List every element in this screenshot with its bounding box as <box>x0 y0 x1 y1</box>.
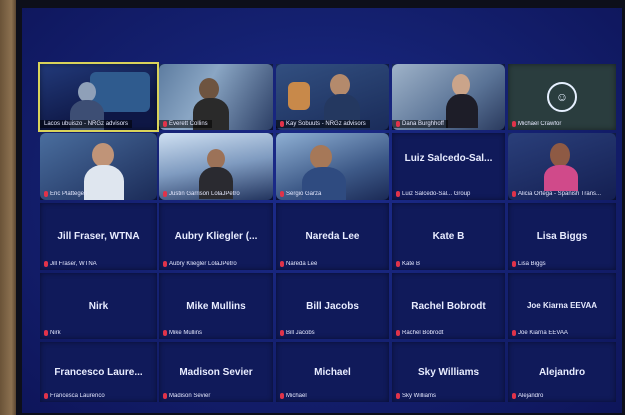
mic-muted-icon <box>396 191 400 197</box>
participant-display-name: Aubry Kliegler (... <box>174 231 258 243</box>
mic-muted-icon <box>396 330 400 336</box>
participant-tile[interactable]: Bill Jacobs Bill Jacobs <box>276 273 389 339</box>
participant-name: Bill Jacobs <box>280 330 385 336</box>
mic-muted-icon <box>163 191 167 197</box>
participant-tile[interactable]: Nareda Lee Nareda Lee <box>276 203 389 270</box>
participant-name: Jill Fraser, WTNA <box>44 261 153 267</box>
participant-name: Madison Sevier <box>163 393 269 399</box>
participant-tile[interactable]: Aubry Kliegler (... Aubry Kliegler LolaJ… <box>159 203 273 270</box>
mic-muted-icon <box>44 393 48 399</box>
participant-name: Alicia Ortega - Spanish Trans... <box>512 191 612 197</box>
mic-muted-icon <box>44 191 48 197</box>
participant-name: Sky Williams <box>396 393 501 399</box>
mic-muted-icon <box>44 330 48 336</box>
participant-name: Michael Crawfor <box>512 121 612 127</box>
participant-tile[interactable]: Joe Kiarna EEVAA Joe Kiarna EEVAA <box>508 273 616 339</box>
mic-muted-icon <box>280 330 284 336</box>
participant-display-name: Francesco Laure... <box>54 367 143 379</box>
participant-name: Kate B <box>396 261 501 267</box>
video-gallery-screen: Lacos ubuiszo - NRGz advisors Everett Co… <box>22 8 622 413</box>
participant-name: Alejandro <box>512 393 612 399</box>
participant-tile[interactable]: Lacos ubuiszo - NRGz advisors <box>38 62 159 132</box>
participant-name: Dana Burghhoff <box>392 120 448 128</box>
participant-name: Kay Sobuuts - NRGz advisors <box>276 120 370 128</box>
participant-tile[interactable]: Alejandro Alejandro <box>508 342 616 402</box>
participant-tile[interactable]: Sergio Garza <box>276 133 389 200</box>
participant-display-name: Nirk <box>88 300 109 312</box>
participant-display-name: Mike Mullins <box>186 300 246 312</box>
mic-muted-icon <box>163 330 167 336</box>
participant-tile[interactable]: Alicia Ortega - Spanish Trans... <box>508 133 616 200</box>
participant-display-name: Luiz Salcedo-Sal... <box>404 153 493 165</box>
participant-display-name: Alejandro <box>538 367 586 379</box>
participant-name: Aubry Kliegler LolaJPetro <box>163 261 269 267</box>
participant-tile[interactable]: Michael Michael <box>276 342 389 402</box>
participant-name: Sergio Garza <box>280 191 385 197</box>
participant-name: Eric Plattegen <box>44 191 153 197</box>
mic-muted-icon <box>396 393 400 399</box>
participant-tile[interactable]: Lisa Biggs Lisa Biggs <box>508 203 616 270</box>
mic-muted-icon <box>512 330 516 336</box>
mic-muted-icon <box>512 121 516 127</box>
mic-muted-icon <box>163 261 167 267</box>
mic-muted-icon <box>512 393 516 399</box>
participant-tile[interactable]: Francesco Laure... Francesca Laurenco <box>40 342 157 402</box>
mic-muted-icon <box>512 191 516 197</box>
mic-muted-icon <box>512 261 516 267</box>
participant-display-name: Lisa Biggs <box>536 231 588 243</box>
participant-display-name: Sky Williams <box>417 367 480 379</box>
mic-muted-icon <box>163 121 167 127</box>
participant-name: Luiz Salcedo-Sal... Group <box>396 191 501 197</box>
participant-display-name: Madison Sevier <box>179 367 253 379</box>
participant-name: Nareda Lee <box>280 261 385 267</box>
participant-tile[interactable]: Mike Mullins Mike Mullins <box>159 273 273 339</box>
participant-tile[interactable]: Dana Burghhoff <box>392 64 505 130</box>
participant-display-name: Michael <box>314 367 351 379</box>
participant-tile[interactable]: Eric Plattegen <box>40 133 157 200</box>
participant-name: Lacos ubuiszo - NRGz advisors <box>40 120 133 128</box>
participant-display-name: Jill Fraser, WTNA <box>57 231 140 243</box>
participant-display-name: Rachel Bobrodt <box>411 300 486 312</box>
participant-display-name: Joe Kiarna EEVAA <box>526 300 598 310</box>
mic-muted-icon <box>396 261 400 267</box>
participant-display-name: Bill Jacobs <box>306 300 359 312</box>
participant-name: Everett Collins <box>159 120 212 128</box>
mic-muted-icon <box>280 393 284 399</box>
participant-tile[interactable]: Madison Sevier Madison Sevier <box>159 342 273 402</box>
participant-tile[interactable]: Justin Garrison LolaJPetro <box>159 133 273 200</box>
participant-name: Nirk <box>44 330 153 336</box>
mic-muted-icon <box>44 261 48 267</box>
participant-name: Justin Garrison LolaJPetro <box>163 191 269 197</box>
mic-muted-icon <box>280 121 284 127</box>
participant-display-name: Kate B <box>432 231 465 243</box>
participant-tile[interactable]: Everett Collins <box>159 64 273 130</box>
mic-muted-icon <box>280 261 284 267</box>
participant-name: Joe Kiarna EEVAA <box>512 330 612 336</box>
participant-tile[interactable]: ☺ Michael Crawfor <box>508 64 616 130</box>
video-background <box>288 82 310 110</box>
participant-tile[interactable]: Luiz Salcedo-Sal... Luiz Salcedo-Sal... … <box>392 133 505 200</box>
participant-name: Mike Mullins <box>163 330 269 336</box>
participant-tile[interactable]: Jill Fraser, WTNA Jill Fraser, WTNA <box>40 203 157 270</box>
participant-name: Michael <box>280 393 385 399</box>
participant-tile[interactable]: Kate B Kate B <box>392 203 505 270</box>
participant-tile[interactable]: Kay Sobuuts - NRGz advisors <box>276 64 389 130</box>
participant-display-name: Nareda Lee <box>305 231 360 243</box>
participant-tile[interactable]: Rachel Bobrodt Rachel Bobrodt <box>392 273 505 339</box>
participant-tile[interactable]: Sky Williams Sky Williams <box>392 342 505 402</box>
participant-name: Rachel Bobrodt <box>396 330 501 336</box>
avatar-icon: ☺ <box>547 82 577 112</box>
mic-muted-icon <box>163 393 167 399</box>
participant-tile[interactable]: Nirk Nirk <box>40 273 157 339</box>
participant-name: Francesca Laurenco <box>44 393 153 399</box>
mic-muted-icon <box>396 121 400 127</box>
mic-muted-icon <box>280 191 284 197</box>
participant-name: Lisa Biggs <box>512 261 612 267</box>
